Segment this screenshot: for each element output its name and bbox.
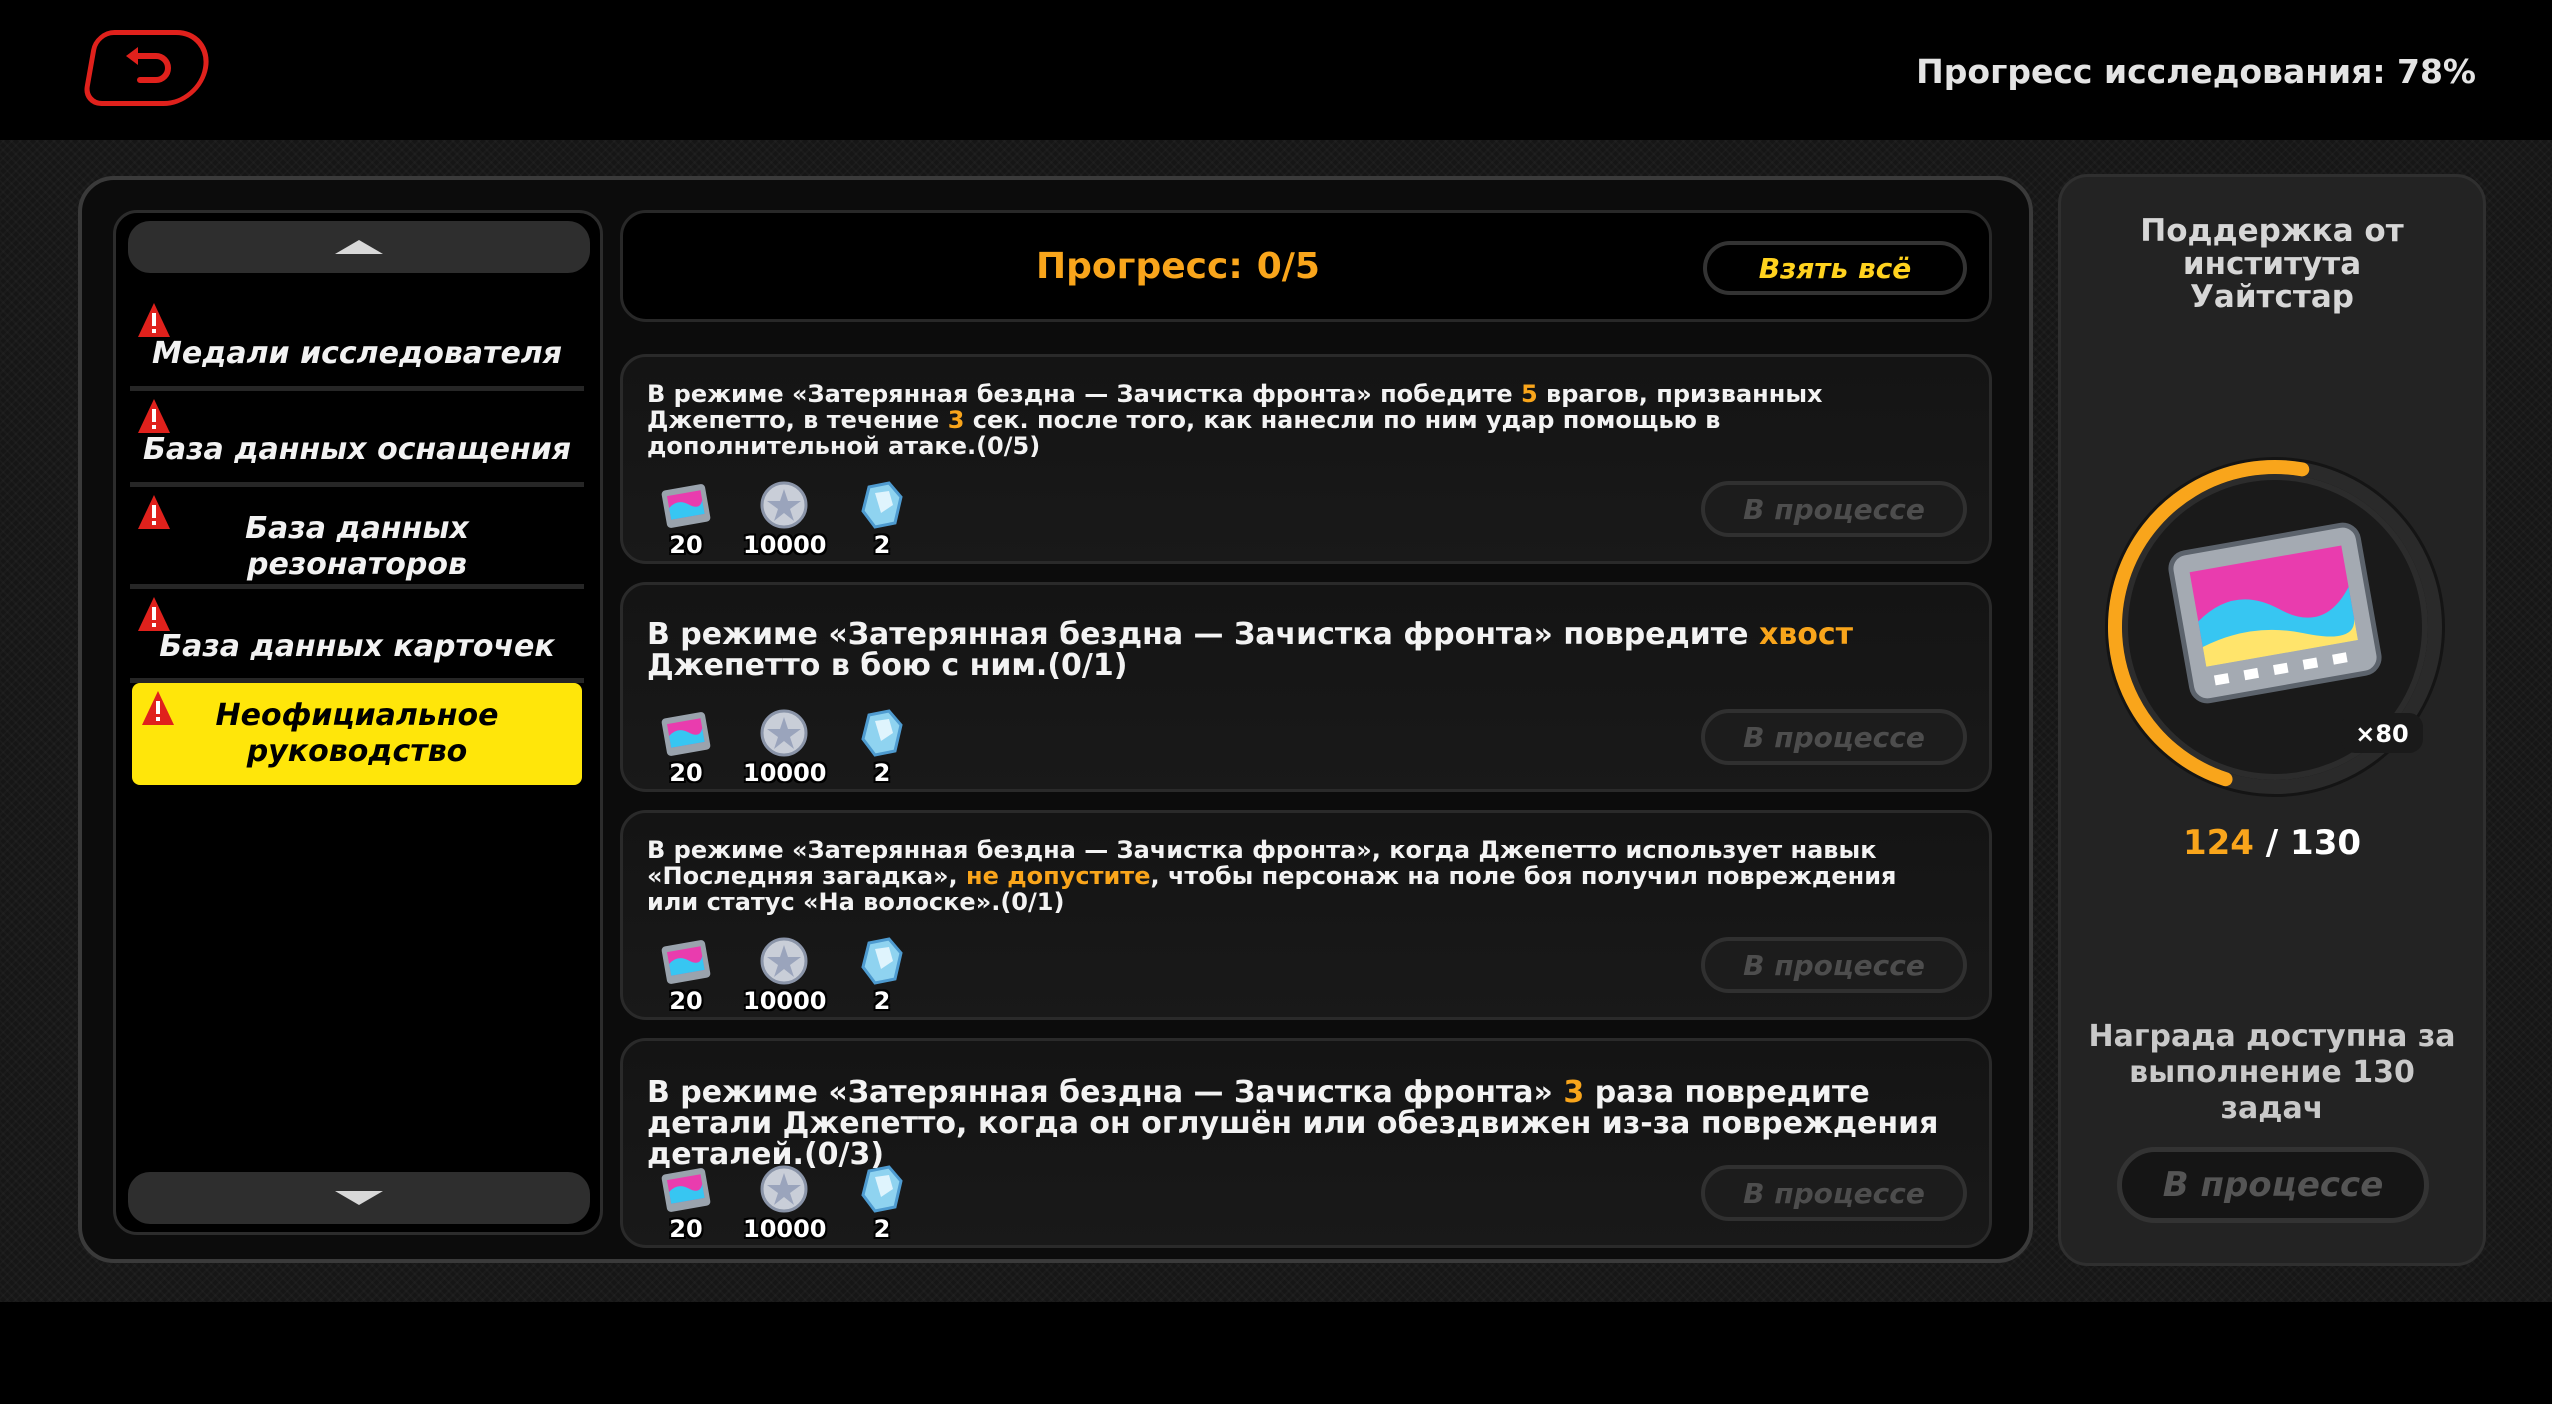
task-card: В режиме «Затерянная бездна — Зачистка ф… <box>620 582 1992 792</box>
film-card-icon <box>661 712 711 756</box>
task-card: В режиме «Затерянная бездна — Зачистка ф… <box>620 354 1992 564</box>
progress-header: Прогресс: 0/5 Взять всё <box>620 210 1992 322</box>
reward-quantity: ×80 <box>2355 720 2409 748</box>
alert-icon <box>138 495 170 529</box>
reward-item[interactable]: 20 <box>645 1163 727 1243</box>
silver-coin-icon <box>760 937 808 985</box>
task-description: В режиме «Затерянная бездна — Зачистка ф… <box>647 617 1854 683</box>
reward-item[interactable]: 10000 <box>743 935 827 1015</box>
sidebar-item-label: Медали исследователя <box>151 335 563 371</box>
film-card-icon <box>2168 522 2382 704</box>
reward-list: 20 10000 2 <box>645 479 923 559</box>
sidebar-item-explorer-medals[interactable]: Медали исследователя <box>130 303 584 391</box>
reward-list: 20 10000 2 <box>645 1163 923 1243</box>
reward-list: 20 10000 2 <box>645 707 923 787</box>
reward-item[interactable]: 2 <box>841 1163 923 1243</box>
claim-all-button[interactable]: Взять всё <box>1703 241 1967 295</box>
silver-coin-icon <box>760 481 808 529</box>
progress-summary: Прогресс: 0/5 <box>623 213 1733 319</box>
film-card-icon <box>661 484 711 528</box>
sidebar-item-label: База данных резонаторов <box>245 510 469 582</box>
task-description: В режиме «Затерянная бездна — Зачистка ф… <box>647 380 1823 460</box>
support-note: Награда доступна за выполнение 130 задач <box>2088 1019 2456 1126</box>
reward-item[interactable]: 20 <box>645 935 727 1015</box>
reward-item[interactable]: 2 <box>841 707 923 787</box>
support-title: Поддержка от института Уайтстар <box>2140 213 2404 315</box>
alert-icon <box>142 691 174 725</box>
reward-item[interactable]: 10000 <box>743 479 827 559</box>
alert-icon <box>138 399 170 433</box>
chevron-down-icon <box>335 1191 383 1205</box>
support-count: 124 / 130 <box>2182 823 2362 863</box>
task-status-button[interactable]: В процессе <box>1701 481 1967 537</box>
task-description: В режиме «Затерянная бездна — Зачистка ф… <box>647 1075 1939 1172</box>
task-status-button[interactable]: В процессе <box>1701 1165 1967 1221</box>
scroll-up-button[interactable] <box>128 221 590 273</box>
reward-list: 20 10000 2 <box>645 935 923 1015</box>
research-progress: Прогресс исследования: 78% <box>1916 52 2476 91</box>
film-card-icon <box>661 1168 711 1212</box>
support-status-button[interactable]: В процессе <box>2117 1147 2429 1223</box>
support-panel: Поддержка от института Уайтстар ×80 124 … <box>2058 174 2486 1266</box>
crystal-shell-icon <box>861 1165 903 1213</box>
support-progress-ring: ×80 <box>2105 457 2445 797</box>
crystal-shell-icon <box>861 709 903 757</box>
reward-item[interactable]: 2 <box>841 479 923 559</box>
back-arrow-icon <box>126 47 171 83</box>
sidebar-item-cards-db[interactable]: База данных карточек <box>130 597 584 683</box>
reward-item[interactable]: 2 <box>841 935 923 1015</box>
reward-item[interactable]: 10000 <box>743 707 827 787</box>
back-button[interactable] <box>81 30 215 106</box>
sidebar-item-resonators-db[interactable]: База данных резонаторов <box>130 495 584 589</box>
reward-item[interactable]: 10000 <box>743 1163 827 1243</box>
task-card: В режиме «Затерянная бездна — Зачистка ф… <box>620 810 1992 1020</box>
chevron-up-icon <box>335 240 383 254</box>
reward-item[interactable]: 20 <box>645 707 727 787</box>
sidebar-item-label: База данных карточек <box>159 628 555 664</box>
crystal-shell-icon <box>861 481 903 529</box>
progress-label: Прогресс: <box>1036 245 1243 287</box>
sidebar-item-equipment-db[interactable]: База данных оснащения <box>130 399 584 487</box>
progress-value: 0/5 <box>1256 245 1320 287</box>
sidebar-item-unofficial-guide[interactable]: Неофициальное руководство <box>132 683 582 785</box>
silver-coin-icon <box>760 709 808 757</box>
alert-icon <box>138 597 170 631</box>
category-sidebar: Медали исследователя База данных оснащен… <box>113 210 603 1235</box>
task-description: В режиме «Затерянная бездна — Зачистка ф… <box>647 836 1897 916</box>
task-card: В режиме «Затерянная бездна — Зачистка ф… <box>620 1038 1992 1248</box>
sidebar-item-label: База данных оснащения <box>143 431 571 467</box>
alert-icon <box>138 303 170 337</box>
sidebar-item-label: Неофициальное руководство <box>215 698 499 769</box>
silver-coin-icon <box>760 1165 808 1213</box>
task-status-button[interactable]: В процессе <box>1701 709 1967 765</box>
film-card-icon <box>661 940 711 984</box>
scroll-down-button[interactable] <box>128 1172 590 1224</box>
reward-item[interactable]: 20 <box>645 479 727 559</box>
task-status-button[interactable]: В процессе <box>1701 937 1967 993</box>
crystal-shell-icon <box>861 937 903 985</box>
